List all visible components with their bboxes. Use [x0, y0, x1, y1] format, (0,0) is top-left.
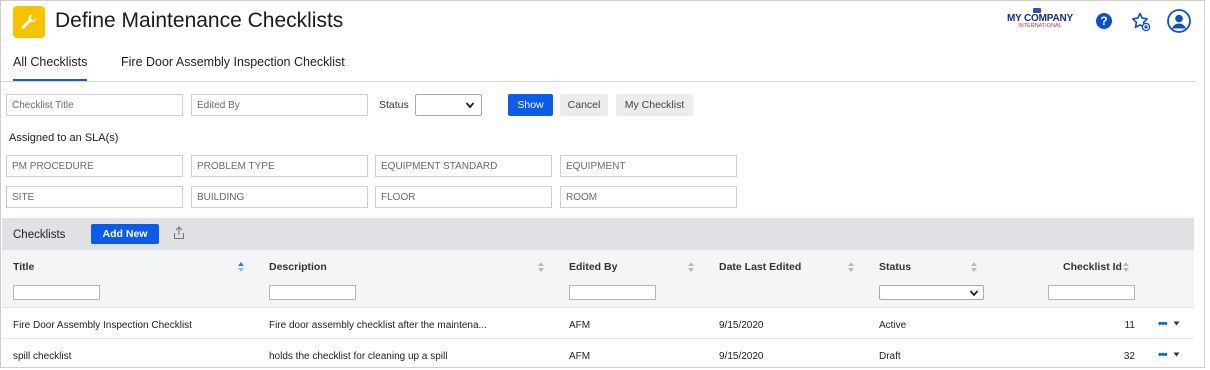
- edited-by-filter-input[interactable]: [569, 285, 656, 300]
- company-logo: MY COMPANY INTERNATIONAL: [1001, 8, 1079, 37]
- col-header-title[interactable]: Title: [13, 261, 34, 273]
- col-header-status[interactable]: Status: [879, 261, 911, 273]
- edited-by-input[interactable]: [191, 94, 368, 116]
- crown-icon: [1033, 8, 1041, 13]
- tab-bar: All Checklists Fire Door Assembly Inspec…: [1, 45, 1196, 82]
- sort-icon[interactable]: [537, 261, 545, 273]
- cell-title[interactable]: Fire Door Assembly Inspection Checklist: [13, 320, 192, 331]
- sort-icon[interactable]: [687, 261, 695, 273]
- equipment-input[interactable]: [560, 155, 737, 177]
- col-header-edited-by[interactable]: Edited By: [569, 261, 617, 273]
- checklists-panel-bar: Checklists Add New: [2, 218, 1194, 250]
- cell-title[interactable]: spill checklist: [13, 351, 71, 362]
- sort-icon[interactable]: [1122, 261, 1130, 273]
- table-row[interactable]: spill checklist holds the checklist for …: [2, 339, 1194, 367]
- sort-icon[interactable]: [847, 261, 855, 273]
- add-new-button[interactable]: Add New: [91, 224, 159, 244]
- caret-down-icon[interactable]: [1173, 352, 1180, 357]
- cancel-button[interactable]: Cancel: [560, 94, 608, 116]
- my-checklist-button[interactable]: My Checklist: [616, 94, 693, 116]
- problem-type-input[interactable]: [191, 155, 368, 177]
- site-input[interactable]: [6, 186, 183, 208]
- equipment-standard-input[interactable]: [375, 155, 552, 177]
- cell-description: holds the checklist for cleaning up a sp…: [269, 351, 448, 362]
- help-icon[interactable]: ?: [1095, 12, 1113, 33]
- col-header-checklist-id[interactable]: Checklist Id: [1063, 261, 1122, 273]
- cell-description: Fire door assembly checklist after the m…: [269, 320, 487, 331]
- cell-status: Active: [879, 320, 907, 331]
- building-input[interactable]: [191, 186, 368, 208]
- cell-date: 9/15/2020: [719, 351, 764, 362]
- floor-input[interactable]: [375, 186, 552, 208]
- checklist-title-input[interactable]: [6, 94, 183, 116]
- panel-title: Checklists: [13, 229, 66, 241]
- table-row[interactable]: Fire Door Assembly Inspection Checklist …: [2, 308, 1194, 339]
- room-input[interactable]: [560, 186, 737, 208]
- status-label: Status: [379, 99, 409, 111]
- tab-fire-door-checklist[interactable]: Fire Door Assembly Inspection Checklist: [121, 55, 345, 69]
- cell-checklist-id: 32: [1123, 351, 1135, 362]
- show-button[interactable]: Show: [508, 94, 553, 116]
- caret-down-icon[interactable]: [1173, 321, 1180, 326]
- col-header-date-last-edited[interactable]: Date Last Edited: [719, 261, 801, 273]
- tab-all-checklists[interactable]: All Checklists: [13, 55, 88, 81]
- cell-edited-by: AFM: [569, 320, 591, 331]
- status-filter-select[interactable]: [879, 285, 984, 300]
- col-header-description[interactable]: Description: [269, 261, 327, 273]
- user-avatar-icon[interactable]: [1167, 9, 1191, 36]
- status-select[interactable]: [415, 94, 482, 116]
- row-actions-menu[interactable]: •••: [1158, 349, 1168, 361]
- cell-status: Draft: [879, 351, 901, 362]
- app-window: Define Maintenance Checklists MY COMPANY…: [0, 0, 1205, 368]
- page-title: Define Maintenance Checklists: [55, 9, 344, 32]
- sla-section-label: Assigned to an SLA(s): [9, 132, 119, 144]
- cell-date: 9/15/2020: [719, 320, 764, 331]
- row-actions-menu[interactable]: •••: [1158, 318, 1168, 330]
- grid-header: Title Description Edited By Date Last Ed…: [2, 250, 1194, 308]
- chevron-down-icon: [465, 102, 475, 109]
- checklist-id-filter-input[interactable]: [1048, 285, 1135, 300]
- description-filter-input[interactable]: [269, 285, 356, 300]
- wrench-icon: [13, 6, 45, 38]
- export-icon[interactable]: [173, 226, 185, 243]
- sort-icon[interactable]: [970, 261, 978, 273]
- pm-procedure-input[interactable]: [6, 155, 183, 177]
- cell-checklist-id: 11: [1124, 320, 1135, 331]
- favorites-icon[interactable]: [1131, 12, 1151, 35]
- title-filter-input[interactable]: [13, 285, 100, 300]
- sort-asc-icon[interactable]: [237, 261, 245, 273]
- cell-edited-by: AFM: [569, 351, 591, 362]
- svg-text:?: ?: [1100, 14, 1107, 28]
- chevron-down-icon: [969, 290, 979, 297]
